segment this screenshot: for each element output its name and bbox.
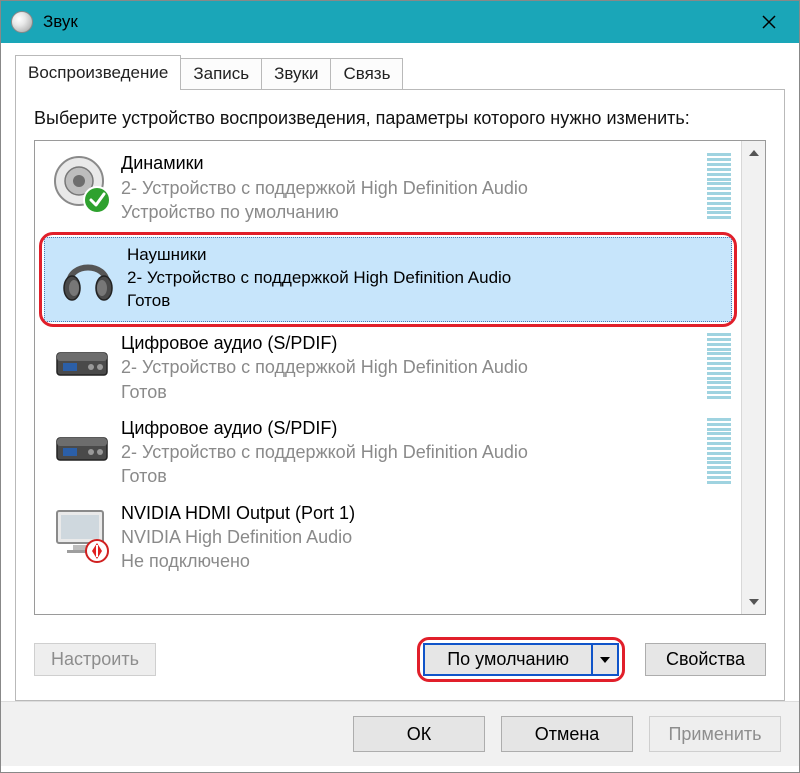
set-default-highlight: По умолчанию <box>417 637 625 682</box>
instruction-text: Выберите устройство воспроизведения, пар… <box>34 106 766 130</box>
apply-label: Применить <box>668 724 761 745</box>
device-item-headphones[interactable]: Наушники 2- Устройство с поддержкой High… <box>44 237 732 322</box>
tab-recording-label: Запись <box>193 64 249 83</box>
device-name: NVIDIA HDMI Output (Port 1) <box>121 501 733 525</box>
set-default-button[interactable]: По умолчанию <box>423 643 619 676</box>
tab-playback-label: Воспроизведение <box>28 63 168 82</box>
tab-panel-playback: Выберите устройство воспроизведения, пар… <box>15 89 785 701</box>
apply-button[interactable]: Применить <box>649 716 781 752</box>
level-meter-icon <box>707 331 731 401</box>
titlebar: Звук <box>1 1 799 43</box>
set-default-dropdown[interactable] <box>591 645 617 674</box>
scroll-down-button[interactable] <box>742 590 765 614</box>
close-button[interactable] <box>739 1 799 43</box>
digital-audio-icon <box>51 418 113 480</box>
level-meter-icon <box>707 416 731 486</box>
scroll-up-button[interactable] <box>742 141 765 165</box>
caret-down-icon <box>600 657 610 663</box>
close-icon <box>762 15 776 29</box>
cancel-label: Отмена <box>535 724 600 745</box>
device-status: Готов <box>121 380 701 404</box>
sound-app-icon <box>11 11 33 33</box>
chevron-down-icon <box>749 599 759 605</box>
device-item-spdif-1[interactable]: Цифровое аудио (S/PDIF) 2- Устройство с … <box>35 327 741 412</box>
device-status: Не подключено <box>121 549 733 573</box>
set-default-label: По умолчанию <box>425 645 591 674</box>
tab-communications[interactable]: Связь <box>330 58 403 90</box>
device-item-spdif-2[interactable]: Цифровое аудио (S/PDIF) 2- Устройство с … <box>35 412 741 497</box>
tab-sounds[interactable]: Звуки <box>261 58 331 90</box>
device-status: Готов <box>127 290 725 313</box>
dialog-button-row: ОК Отмена Применить <box>1 701 799 766</box>
properties-button[interactable]: Свойства <box>645 643 766 676</box>
device-item-nvidia-hdmi[interactable]: NVIDIA HDMI Output (Port 1) NVIDIA High … <box>35 497 741 582</box>
scroll-track[interactable] <box>742 165 765 590</box>
headphones-icon <box>57 244 119 306</box>
device-name: Цифровое аудио (S/PDIF) <box>121 416 701 440</box>
selection-highlight: Наушники 2- Устройство с поддержкой High… <box>39 232 737 327</box>
chevron-up-icon <box>749 150 759 156</box>
device-item-speakers[interactable]: Динамики 2- Устройство с поддержкой High… <box>35 147 741 232</box>
device-status: Готов <box>121 464 701 488</box>
configure-label: Настроить <box>51 649 139 670</box>
device-desc: 2- Устройство с поддержкой High Definiti… <box>121 176 701 200</box>
configure-button[interactable]: Настроить <box>34 643 156 676</box>
tab-recording[interactable]: Запись <box>180 58 262 90</box>
device-list: Динамики 2- Устройство с поддержкой High… <box>34 140 766 615</box>
device-status: Устройство по умолчанию <box>121 200 701 224</box>
ok-button[interactable]: ОК <box>353 716 485 752</box>
window-title: Звук <box>43 12 78 32</box>
list-scrollbar[interactable] <box>741 141 765 614</box>
speaker-icon <box>51 153 113 215</box>
monitor-icon <box>51 503 113 565</box>
tab-action-row: Настроить По умолчанию Свойства <box>34 637 766 682</box>
ok-label: ОК <box>407 724 432 745</box>
device-name: Наушники <box>127 244 725 267</box>
tab-communications-label: Связь <box>343 64 390 83</box>
device-desc: 2- Устройство с поддержкой High Definiti… <box>127 267 725 290</box>
tab-sounds-label: Звуки <box>274 64 318 83</box>
level-meter-icon <box>707 151 731 221</box>
tab-playback[interactable]: Воспроизведение <box>15 55 181 90</box>
device-desc: 2- Устройство с поддержкой High Definiti… <box>121 440 701 464</box>
digital-audio-icon <box>51 333 113 395</box>
device-desc: NVIDIA High Definition Audio <box>121 525 733 549</box>
tab-strip: Воспроизведение Запись Звуки Связь <box>15 53 785 89</box>
cancel-button[interactable]: Отмена <box>501 716 633 752</box>
device-name: Динамики <box>121 151 701 175</box>
properties-label: Свойства <box>666 649 745 670</box>
device-name: Цифровое аудио (S/PDIF) <box>121 331 701 355</box>
device-desc: 2- Устройство с поддержкой High Definiti… <box>121 355 701 379</box>
